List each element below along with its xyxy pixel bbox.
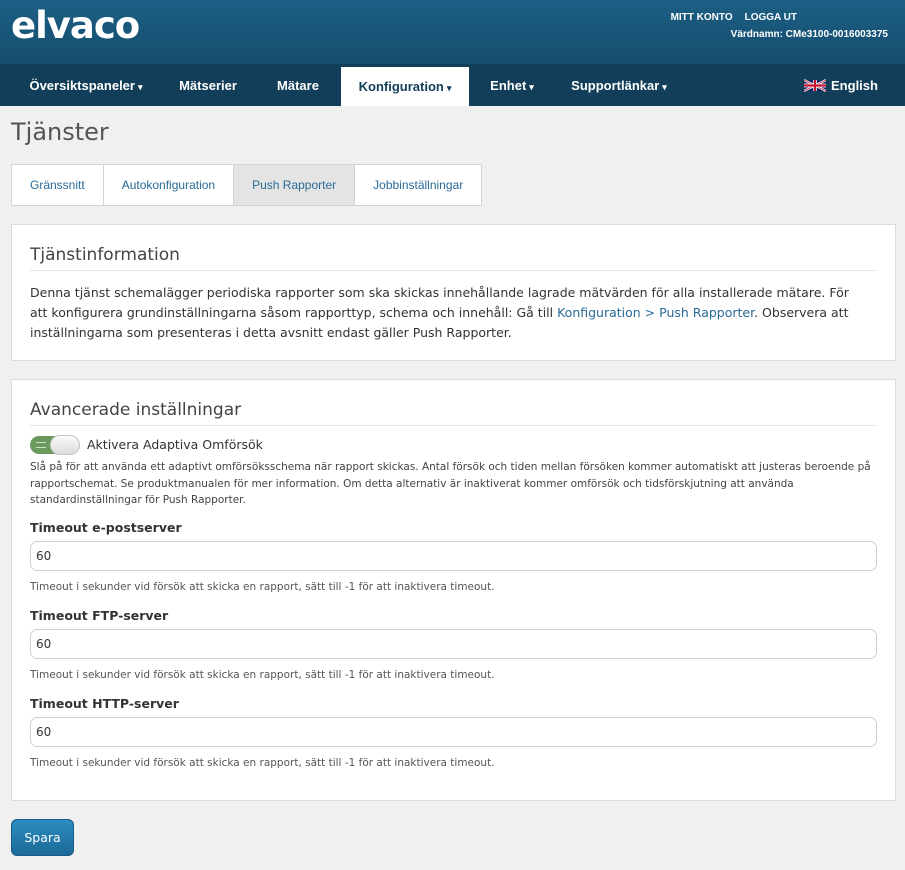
email-timeout-help: Timeout i sekunder vid försök att skicka… — [30, 581, 495, 593]
tab-interfaces[interactable]: Gränssnitt — [12, 165, 104, 205]
chevron-down-icon: ▾ — [662, 82, 667, 92]
nav-overview-panels[interactable]: Översiktspaneler ▾ — [16, 64, 156, 106]
ftp-timeout-label: Timeout FTP-server — [30, 608, 169, 623]
page-title: Tjänster — [11, 118, 109, 146]
divider — [30, 270, 877, 271]
toggle-help-text: Slå på för att använda ett adaptivt omfö… — [30, 461, 871, 506]
nav-label: Översiktspaneler — [29, 78, 135, 93]
nav-device[interactable]: Enhet ▾ — [480, 64, 544, 106]
nav-support-links[interactable]: Supportlänkar ▾ — [560, 64, 678, 106]
main-navbar: Översiktspaneler ▾ Mätserier Mätare Konfi… — [0, 64, 905, 106]
nav-configuration[interactable]: Konfiguration ▾ — [341, 67, 469, 106]
toggle-label: Aktivera Adaptiva Omförsök — [87, 437, 263, 452]
nav-label: Supportlänkar — [571, 78, 660, 93]
top-header: elvaco MITT KONTO LOGGA UT Värdnamn: CMe… — [0, 0, 905, 64]
info-text: Denna tjänst schemalägger periodiska rap… — [30, 283, 870, 343]
logout-link[interactable]: LOGGA UT — [745, 12, 797, 23]
advanced-heading: Avancerade inställningar — [30, 400, 242, 420]
save-button[interactable]: Spara — [11, 819, 74, 856]
nav-meters[interactable]: Mätare — [266, 64, 330, 106]
language-selector[interactable]: English — [796, 64, 886, 106]
service-tabs: Gränssnitt Autokonfiguration Push Rappor… — [11, 164, 483, 206]
chevron-down-icon: ▾ — [446, 83, 452, 93]
http-timeout-input[interactable] — [30, 717, 877, 747]
info-heading: Tjänstinformation — [30, 245, 180, 265]
uk-flag-icon — [804, 79, 827, 92]
ftp-timeout-input[interactable] — [30, 629, 877, 659]
http-timeout-label: Timeout HTTP-server — [30, 696, 179, 711]
toggle-on-indicator — [36, 442, 46, 448]
nav-label: Konfiguration — [358, 79, 444, 94]
advanced-settings-panel: Avancerade inställningar Aktivera Adapti… — [11, 379, 896, 801]
language-label: English — [831, 78, 878, 93]
http-timeout-help: Timeout i sekunder vid försök att skicka… — [30, 757, 495, 769]
service-info-panel: Tjänstinformation Denna tjänst schemaläg… — [11, 224, 896, 361]
tab-push-reports[interactable]: Push Rapporter — [234, 165, 356, 205]
hostname-label: Värdnamn: CMe3100-0016003375 — [730, 29, 888, 40]
config-push-reports-link[interactable]: Konfiguration > Push Rapporter — [557, 305, 754, 320]
chevron-down-icon: ▾ — [529, 82, 534, 92]
tab-autoconfiguration[interactable]: Autokonfiguration — [103, 165, 235, 205]
email-timeout-input[interactable] — [30, 541, 877, 571]
nav-meter-series[interactable]: Mätserier — [168, 64, 248, 106]
adaptive-retry-toggle[interactable] — [30, 435, 80, 455]
divider — [30, 425, 877, 426]
toggle-knob — [50, 435, 80, 455]
tab-job-settings[interactable]: Jobbinställningar — [355, 165, 482, 205]
ftp-timeout-help: Timeout i sekunder vid försök att skicka… — [30, 669, 495, 681]
my-account-link[interactable]: MITT KONTO — [671, 12, 733, 23]
elvaco-logo[interactable]: elvaco — [11, 6, 140, 46]
chevron-down-icon: ▾ — [137, 82, 143, 92]
nav-label: Enhet — [490, 78, 527, 93]
nav-label: Mätserier — [179, 78, 237, 93]
nav-label: Mätare — [277, 78, 319, 93]
email-timeout-label: Timeout e-postserver — [30, 520, 182, 535]
